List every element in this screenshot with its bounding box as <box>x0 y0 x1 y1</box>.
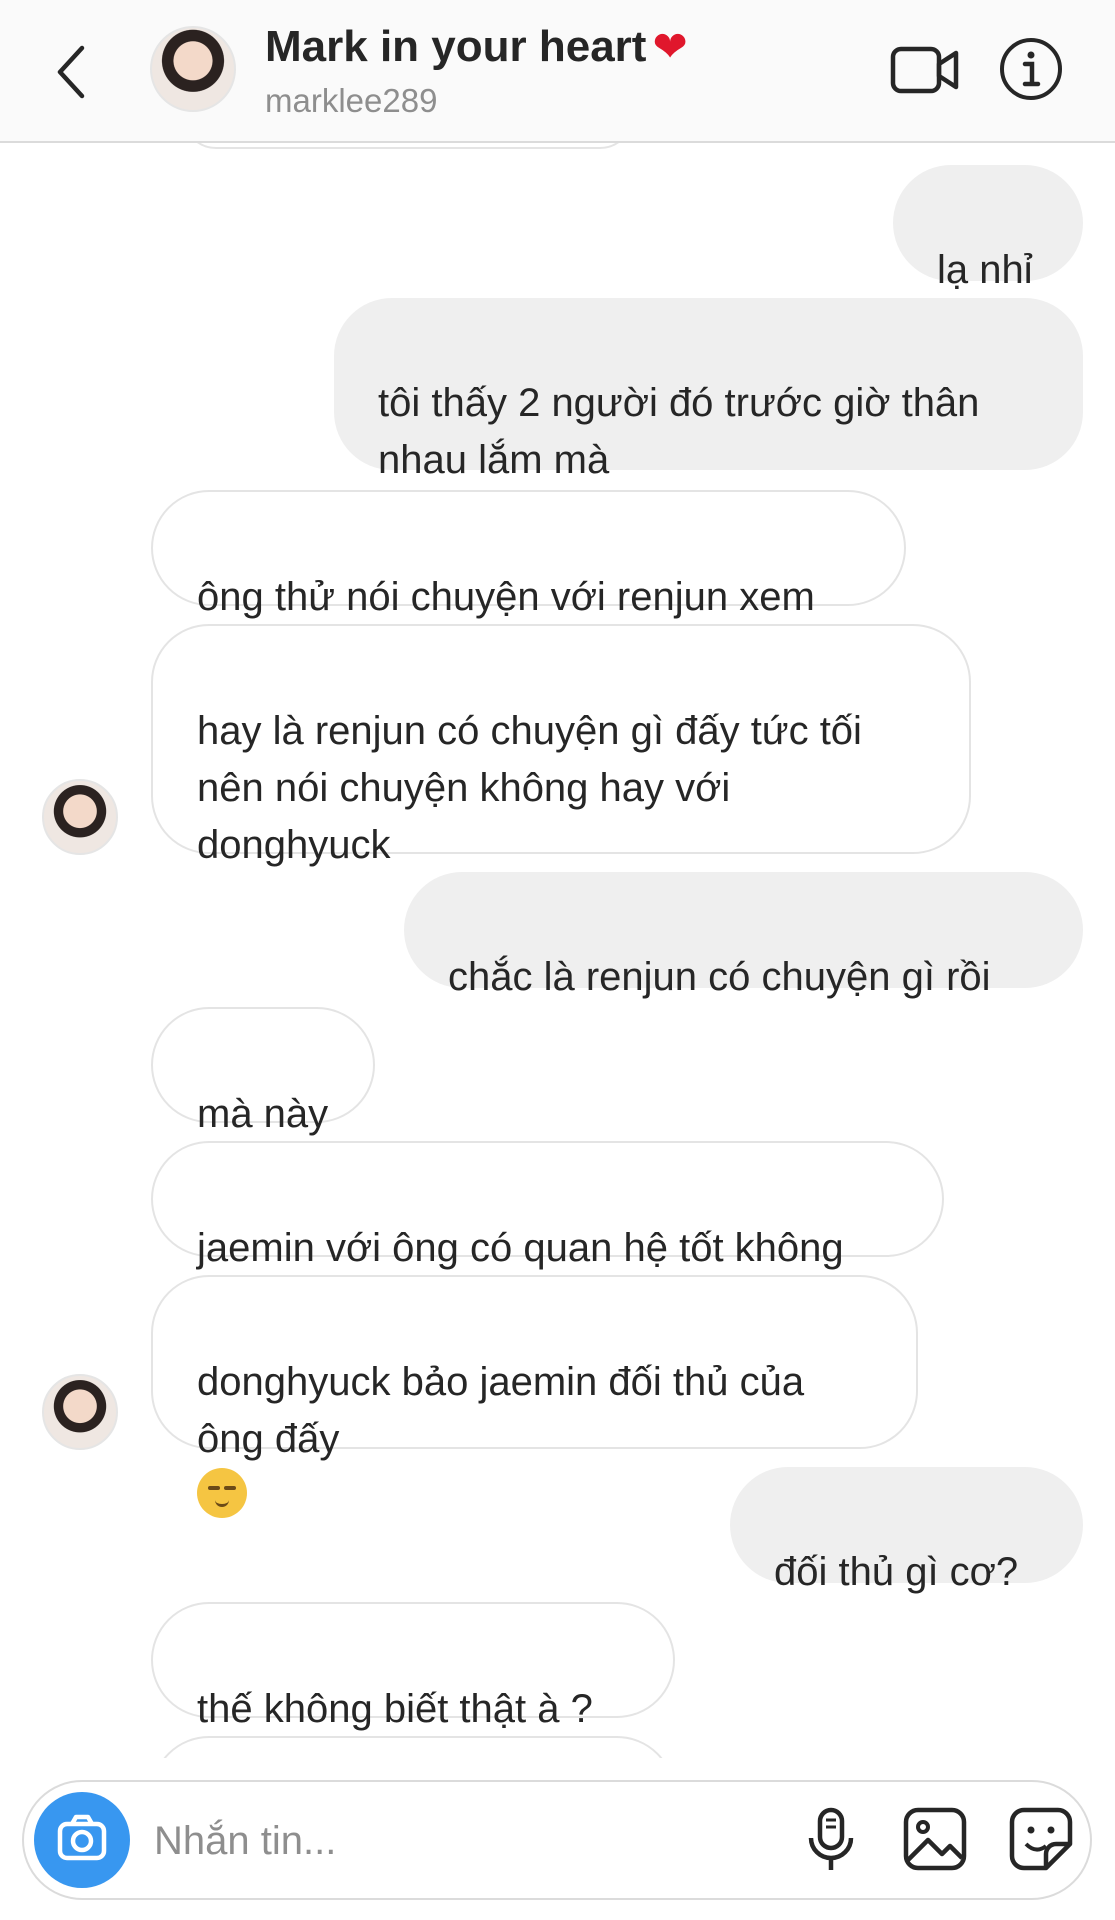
info-icon[interactable] <box>998 36 1064 102</box>
back-chevron-icon[interactable] <box>52 42 92 102</box>
contact-username: marklee289 <box>265 82 438 119</box>
message-text: chắc là renjun có chuyện gì rồi <box>448 955 991 999</box>
camera-button[interactable] <box>34 1792 130 1888</box>
heart-emoji-icon: ❤ <box>652 23 688 70</box>
message-bubble-received[interactable]: hay là renjun có chuyện gì đấy tức tối n… <box>151 624 971 867</box>
message-bubble-partial <box>151 1736 675 1758</box>
contact-name-text: Mark in your heart <box>265 22 647 71</box>
message-bubble-received[interactable]: thế không biết thật à ? <box>151 1602 675 1731</box>
chat-header: Mark in your heart ❤ marklee289 <box>0 0 1115 143</box>
video-call-icon[interactable] <box>890 44 960 96</box>
message-text: jaemin với ông có quan hệ tốt không <box>197 1226 844 1270</box>
message-text: thế không biết thật à ? <box>197 1687 593 1731</box>
message-bubble-sent[interactable]: tôi thấy 2 người đó trước giờ thân nhau … <box>334 298 1083 482</box>
message-text: mà này <box>197 1092 329 1136</box>
microphone-icon[interactable] <box>796 1804 866 1874</box>
message-list[interactable]: lạ nhỉ tôi thấy 2 người đó trước giờ thâ… <box>0 143 1115 1758</box>
message-text: hay là renjun có chuyện gì đấy tức tối n… <box>197 709 862 867</box>
sticker-icon[interactable] <box>1006 1804 1076 1874</box>
sender-avatar[interactable] <box>42 1374 118 1450</box>
message-input[interactable] <box>152 1810 756 1872</box>
message-text: lạ nhỉ <box>937 248 1033 292</box>
message-text: ông thử nói chuyện với renjun xem <box>197 575 815 619</box>
sender-avatar[interactable] <box>42 779 118 855</box>
contact-name[interactable]: Mark in your heart ❤ <box>265 22 688 72</box>
message-bubble-received[interactable]: donghyuck bảo jaemin đối thủ của ông đấy <box>151 1275 918 1518</box>
gallery-image-icon[interactable] <box>900 1804 970 1874</box>
message-composer <box>22 1780 1092 1900</box>
camera-icon <box>57 1814 107 1861</box>
message-bubble-sent[interactable]: chắc là renjun có chuyện gì rồi <box>404 872 1083 999</box>
message-text: đối thủ gì cơ? <box>774 1550 1019 1594</box>
message-bubble-received[interactable]: jaemin với ông có quan hệ tốt không <box>151 1141 944 1270</box>
message-bubble-received[interactable]: mà này <box>151 1007 375 1136</box>
message-bubble-sent[interactable]: lạ nhỉ <box>893 165 1083 292</box>
message-text: donghyuck bảo jaemin đối thủ của ông đấy <box>197 1360 805 1461</box>
message-bubble-sent[interactable]: đối thủ gì cơ? <box>730 1467 1083 1594</box>
message-text: tôi thấy 2 người đó trước giờ thân nhau … <box>378 381 980 482</box>
message-bubble-partial <box>183 143 633 149</box>
message-bubble-received[interactable]: ông thử nói chuyện với renjun xem <box>151 490 906 619</box>
contact-avatar[interactable] <box>150 26 236 112</box>
relieved-face-emoji-icon <box>197 1468 247 1518</box>
